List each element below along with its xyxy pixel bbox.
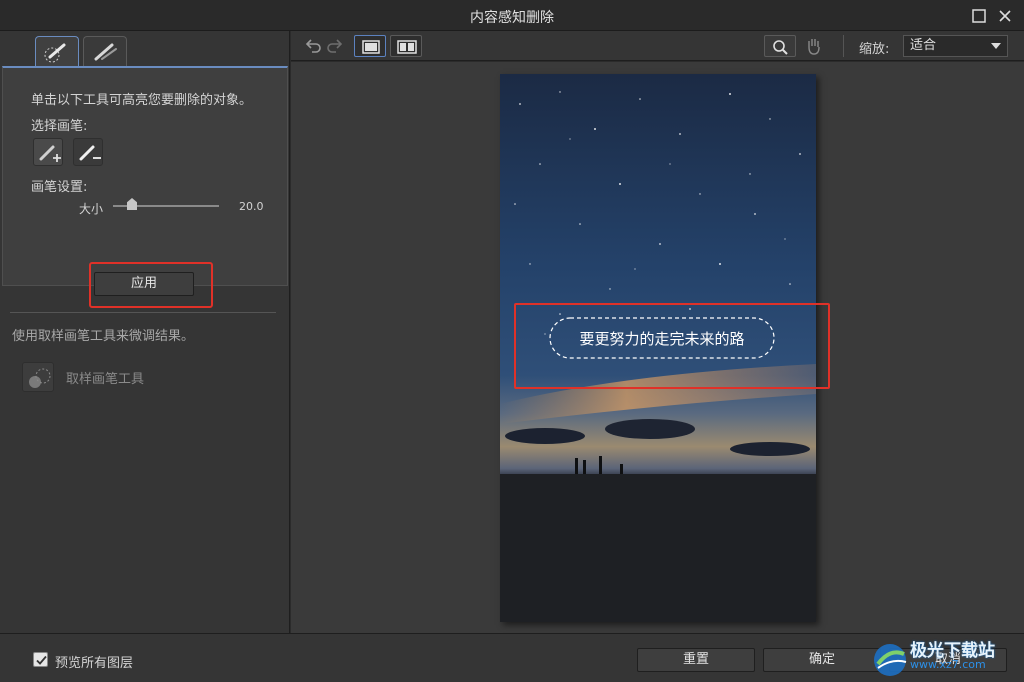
- brush-tool-icon: [44, 43, 66, 63]
- apply-button[interactable]: 应用: [94, 272, 194, 296]
- view-toolbar: 缩放: 适合: [291, 31, 1024, 61]
- window-title: 内容感知删除: [470, 10, 554, 26]
- zoom-dropdown[interactable]: 适合: [903, 35, 1008, 57]
- add-brush-button[interactable]: [33, 138, 63, 166]
- ok-button[interactable]: 确定: [763, 648, 881, 672]
- split-view-button[interactable]: [390, 35, 422, 57]
- instruction-text: 单击以下工具可高亮您要删除的对象。: [31, 93, 253, 108]
- brush-add-icon: [39, 145, 61, 162]
- watermark-url: www.xz7.com: [910, 658, 986, 671]
- sample-brush-label[interactable]: 取样画笔工具: [66, 368, 144, 387]
- tools-panel: 单击以下工具可高亮您要删除的对象。 选择画笔: 画笔设置: 大小 20.0: [2, 66, 288, 286]
- magnifier-icon: [773, 40, 788, 55]
- tab-object-removal[interactable]: [35, 36, 79, 66]
- single-view-icon: [362, 40, 380, 54]
- split-view-icon: [397, 40, 417, 54]
- checkmark-icon: [36, 655, 47, 665]
- remove-brush-button[interactable]: [73, 138, 103, 166]
- preview-all-layers-label[interactable]: 预览所有图层: [55, 652, 133, 671]
- select-brush-label: 选择画笔:: [31, 119, 88, 134]
- divider: [10, 312, 276, 313]
- close-icon[interactable]: [997, 8, 1013, 24]
- left-panel: 单击以下工具可高亮您要删除的对象。 选择画笔: 画笔设置: 大小 20.0 应用…: [0, 31, 290, 633]
- brush-subtract-icon: [79, 145, 101, 161]
- redo-icon[interactable]: [326, 36, 346, 56]
- maximize-icon[interactable]: [971, 8, 987, 24]
- size-value: 20.0: [239, 200, 264, 213]
- title-bar: 内容感知删除: [0, 0, 1024, 31]
- hand-icon: [808, 39, 820, 55]
- size-label: 大小: [79, 202, 104, 216]
- undo-icon[interactable]: [302, 36, 322, 56]
- single-view-button[interactable]: [354, 35, 386, 57]
- size-slider-thumb[interactable]: [127, 198, 137, 210]
- reset-button[interactable]: 重置: [637, 648, 755, 672]
- zoom-label: 缩放:: [859, 42, 890, 57]
- canvas-area: 要更努力的走完未来的路: [291, 62, 1024, 633]
- sample-brush-icon: [29, 368, 51, 388]
- hand-tool-button[interactable]: [800, 35, 828, 57]
- sample-brush-button[interactable]: [22, 362, 54, 392]
- toolbar-separator: [843, 35, 844, 57]
- bottom-bar: 预览所有图层 重置 确定 取消 极光下载站 www.xz7.com: [0, 633, 1024, 682]
- zoom-tool-button[interactable]: [764, 35, 796, 57]
- preview-all-layers-checkbox[interactable]: [33, 652, 48, 667]
- tab-sample-brush[interactable]: [83, 36, 127, 66]
- refine-hint-text: 使用取样画笔工具来微调结果。: [12, 329, 195, 344]
- brush-settings-label: 画笔设置:: [31, 180, 88, 195]
- zoom-dropdown-value: 适合: [910, 38, 937, 53]
- text-highlight-box: [514, 303, 830, 389]
- chevron-down-icon: [991, 43, 1001, 49]
- brush-tool-icon: [94, 43, 117, 61]
